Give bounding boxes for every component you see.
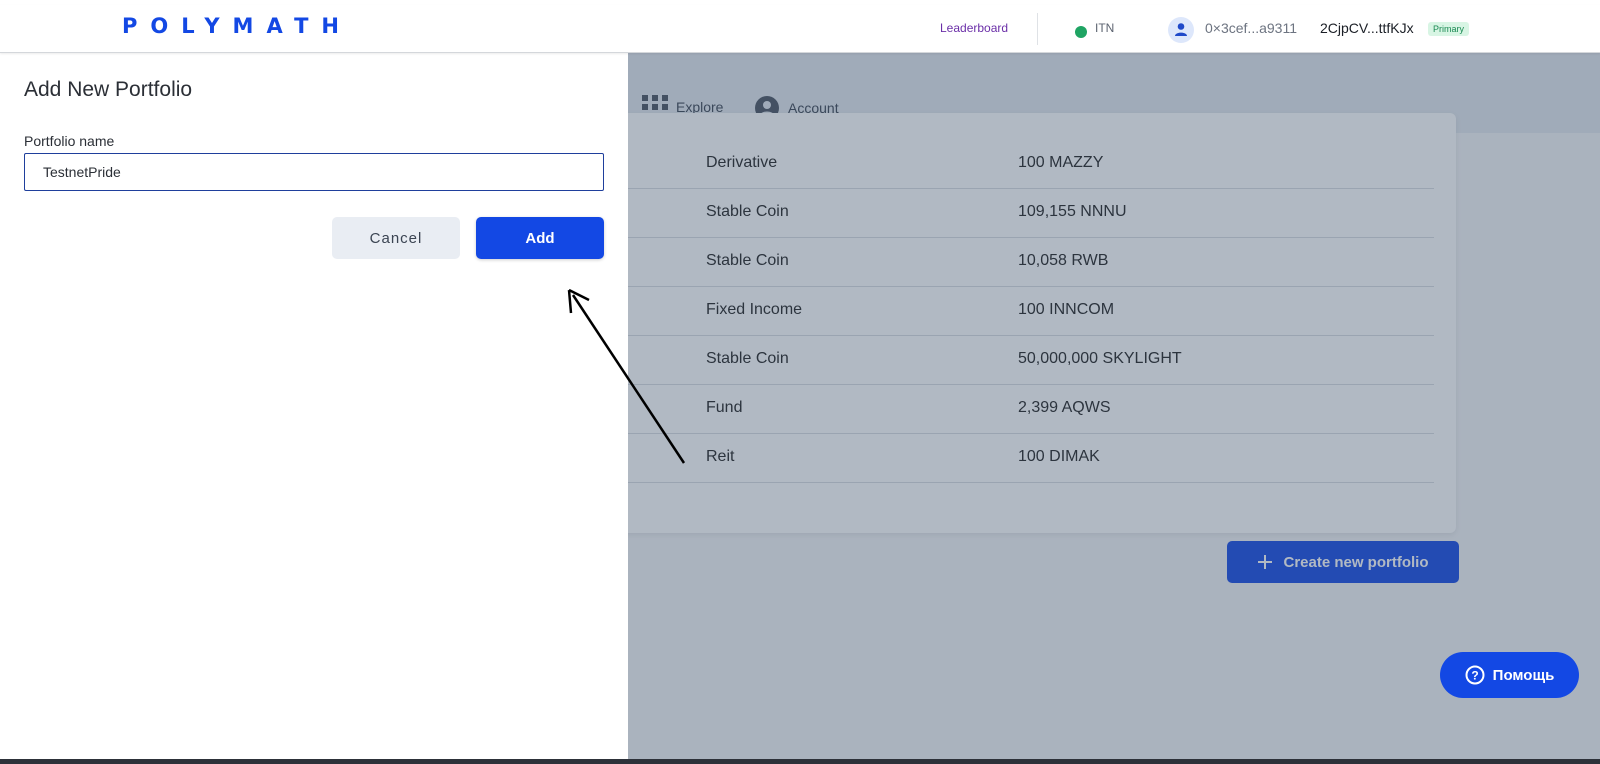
header-divider bbox=[1037, 13, 1038, 45]
network-status-dot bbox=[1075, 26, 1087, 38]
help-button[interactable]: ? Помощь bbox=[1440, 652, 1579, 698]
bottom-edge-bar bbox=[0, 759, 1600, 764]
app-header: POLYMATH Leaderboard ITN 0×3cef...a9311 … bbox=[0, 5, 1600, 53]
primary-badge: Primary bbox=[1428, 22, 1469, 36]
add-portfolio-panel: Add New Portfolio Portfolio name Cancel … bbox=[0, 53, 628, 759]
add-button[interactable]: Add bbox=[476, 217, 604, 259]
help-icon: ? bbox=[1465, 665, 1485, 685]
account-avatar-icon[interactable] bbox=[1168, 17, 1194, 43]
polymath-logo[interactable]: POLYMATH bbox=[122, 14, 352, 38]
panel-title: Add New Portfolio bbox=[24, 78, 193, 101]
leaderboard-link[interactable]: Leaderboard bbox=[940, 21, 1008, 35]
account-key[interactable]: 2CjpCV...ttfKJx bbox=[1320, 20, 1414, 36]
portfolio-name-label: Portfolio name bbox=[24, 133, 115, 149]
help-label: Помощь bbox=[1492, 666, 1555, 684]
account-address[interactable]: 0×3cef...a9311 bbox=[1205, 20, 1297, 36]
cancel-button[interactable]: Cancel bbox=[332, 217, 460, 259]
network-label[interactable]: ITN bbox=[1095, 21, 1114, 35]
portfolio-name-input[interactable] bbox=[24, 153, 604, 191]
svg-text:?: ? bbox=[1471, 669, 1478, 683]
